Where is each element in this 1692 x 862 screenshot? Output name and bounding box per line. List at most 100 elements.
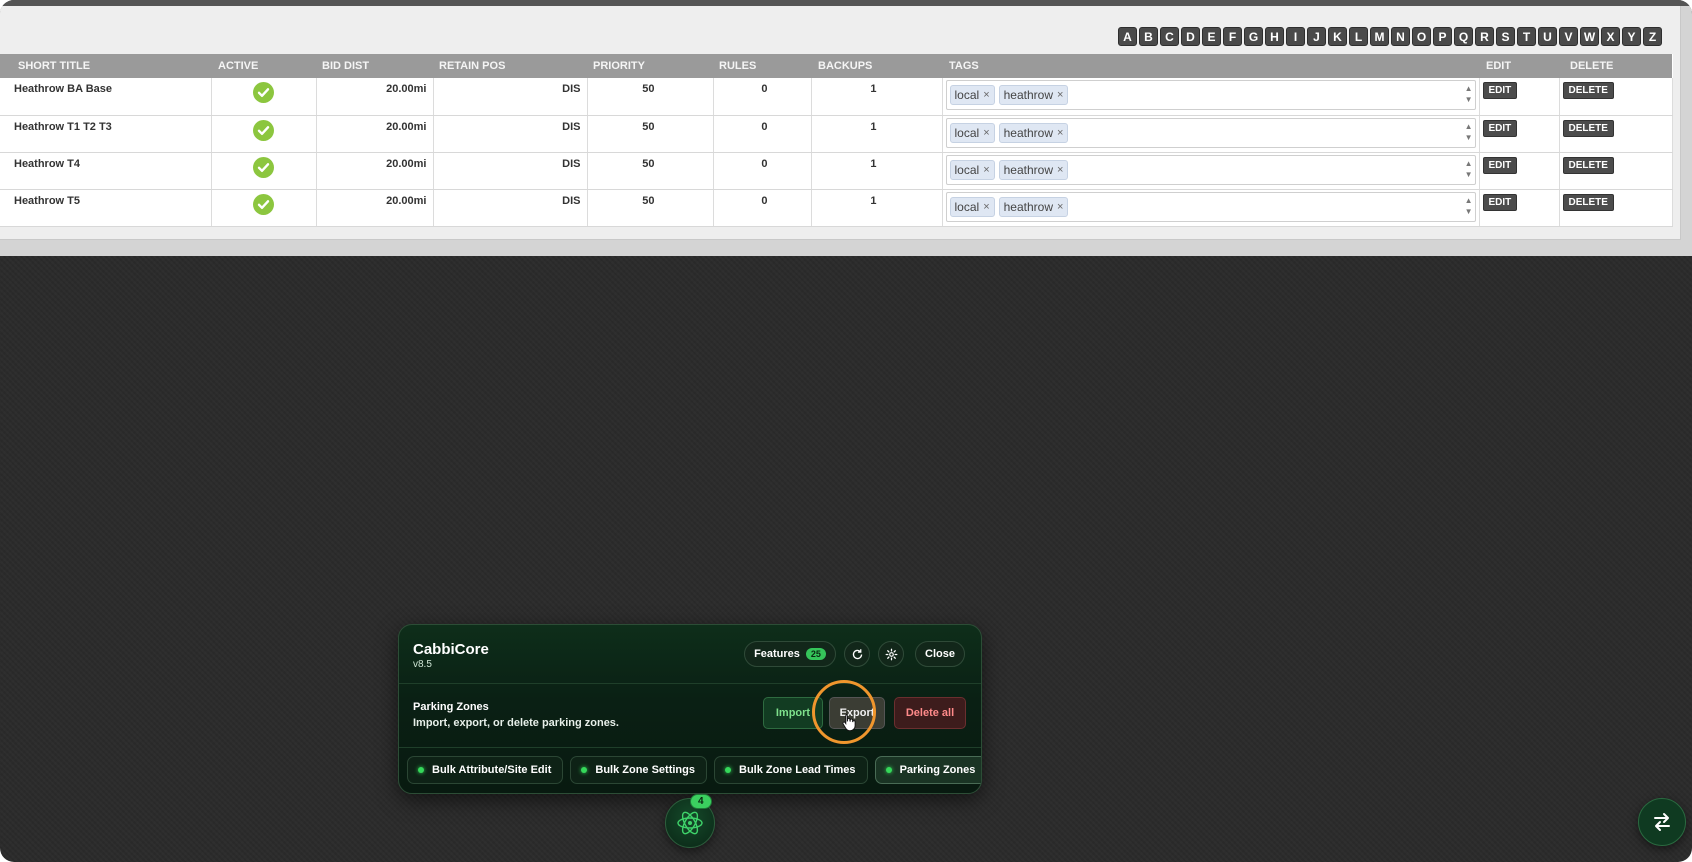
delete-button[interactable]: DELETE — [1562, 193, 1614, 211]
tags-input[interactable]: local × heathrow × ▲ ▼ — [945, 154, 1476, 185]
gear-icon — [885, 648, 897, 660]
tags-spinner[interactable]: ▲ ▼ — [1465, 83, 1473, 105]
letter-filter-g[interactable]: G — [1244, 27, 1263, 46]
delete-button[interactable]: DELETE — [1562, 82, 1614, 99]
feature-tab-bulk-zone-settings[interactable]: Bulk Zone Settings — [570, 756, 707, 784]
remove-tag-icon[interactable]: × — [1057, 127, 1063, 139]
section-description: Import, export, or delete parking zones. — [413, 717, 619, 729]
remove-tag-icon[interactable]: × — [1057, 201, 1063, 213]
letter-filter-f[interactable]: F — [1223, 27, 1242, 46]
spin-up-icon[interactable]: ▲ — [1465, 158, 1473, 169]
letter-filter-l[interactable]: L — [1349, 27, 1368, 46]
letter-filter-b[interactable]: B — [1139, 27, 1158, 46]
spin-down-icon[interactable]: ▼ — [1465, 169, 1473, 180]
remove-tag-icon[interactable]: × — [1057, 89, 1063, 101]
letter-filter-q[interactable]: Q — [1454, 27, 1473, 46]
swap-button[interactable] — [1638, 798, 1686, 846]
feature-tab-bulk-attribute-site-edit[interactable]: Bulk Attribute/Site Edit — [407, 756, 564, 784]
tag-label: local — [954, 125, 980, 140]
edit-button[interactable]: EDIT — [1482, 119, 1518, 137]
letter-filter-bar: ABCDEFGHIJKLMNOPQRSTUVWXYZ — [1118, 27, 1662, 46]
features-label: Features — [754, 648, 800, 660]
delete-all-button[interactable]: Delete all — [894, 697, 966, 729]
cell-retain-pos: DIS — [433, 152, 588, 190]
letter-filter-i[interactable]: I — [1286, 27, 1305, 46]
letter-filter-e[interactable]: E — [1202, 27, 1221, 46]
col-retain-pos[interactable]: RETAIN POS — [433, 54, 587, 78]
letter-filter-x[interactable]: X — [1601, 27, 1620, 46]
delete-button[interactable]: DELETE — [1562, 156, 1614, 174]
col-rules[interactable]: RULES — [713, 54, 811, 78]
letter-filter-m[interactable]: M — [1370, 27, 1389, 46]
export-button[interactable]: Export — [829, 697, 885, 729]
col-priority[interactable]: PRIORITY — [587, 54, 713, 78]
tags-input[interactable]: local × heathrow × ▲ ▼ — [945, 191, 1476, 222]
letter-filter-y[interactable]: Y — [1622, 27, 1641, 46]
refresh-button[interactable] — [844, 641, 870, 667]
tag-chip: local × — [949, 85, 995, 105]
letter-filter-c[interactable]: C — [1160, 27, 1179, 46]
features-button[interactable]: Features 25 — [744, 641, 836, 667]
col-backups[interactable]: BACKUPS — [811, 54, 942, 78]
spin-down-icon[interactable]: ▼ — [1465, 132, 1473, 143]
close-button[interactable]: Close — [915, 641, 965, 667]
cell-backups: 1 — [811, 115, 943, 153]
feature-tab-bulk-zone-lead-times[interactable]: Bulk Zone Lead Times — [714, 756, 868, 784]
letter-filter-w[interactable]: W — [1580, 27, 1599, 46]
letter-filter-t[interactable]: T — [1517, 27, 1536, 46]
letter-filter-v[interactable]: V — [1559, 27, 1578, 46]
tags-input[interactable]: local × heathrow × ▲ ▼ — [945, 117, 1476, 148]
letter-filter-p[interactable]: P — [1433, 27, 1452, 46]
cell-bid-dist: 20.00mi — [316, 115, 434, 153]
letter-filter-o[interactable]: O — [1412, 27, 1431, 46]
settings-button[interactable] — [878, 641, 904, 667]
spin-up-icon[interactable]: ▲ — [1465, 83, 1473, 94]
letter-filter-n[interactable]: N — [1391, 27, 1410, 46]
remove-tag-icon[interactable]: × — [1057, 164, 1063, 176]
cell-backups: 1 — [811, 152, 943, 190]
spin-up-icon[interactable]: ▲ — [1465, 195, 1473, 206]
edit-button[interactable]: EDIT — [1482, 193, 1518, 211]
spin-up-icon[interactable]: ▲ — [1465, 121, 1473, 132]
panel-header: CabbiCore v8.5 Features 25 Close — [399, 625, 981, 684]
col-bid-dist[interactable]: BID DIST — [316, 54, 433, 78]
remove-tag-icon[interactable]: × — [983, 164, 989, 176]
feature-tab-label: Bulk Zone Lead Times — [739, 764, 856, 776]
letter-filter-u[interactable]: U — [1538, 27, 1557, 46]
import-button[interactable]: Import — [763, 697, 823, 729]
cell-edit: EDIT — [1479, 152, 1560, 190]
remove-tag-icon[interactable]: × — [983, 201, 989, 213]
cell-active — [211, 115, 317, 153]
feature-tab-parking-zones[interactable]: Parking Zones — [874, 756, 981, 784]
cell-rules: 0 — [713, 152, 812, 190]
letter-filter-j[interactable]: J — [1307, 27, 1326, 46]
tags-spinner[interactable]: ▲ ▼ — [1465, 195, 1473, 217]
spin-down-icon[interactable]: ▼ — [1465, 94, 1473, 105]
hand-cursor-icon — [842, 714, 856, 731]
spin-down-icon[interactable]: ▼ — [1465, 206, 1473, 217]
edit-button[interactable]: EDIT — [1482, 82, 1518, 99]
delete-button[interactable]: DELETE — [1562, 119, 1614, 137]
cell-priority: 50 — [587, 189, 714, 227]
remove-tag-icon[interactable]: × — [983, 127, 989, 139]
remove-tag-icon[interactable]: × — [983, 89, 989, 101]
tags-spinner[interactable]: ▲ ▼ — [1465, 158, 1473, 180]
tags-spinner[interactable]: ▲ ▼ — [1465, 121, 1473, 143]
col-tags[interactable]: TAGS — [942, 54, 1479, 78]
letter-filter-h[interactable]: H — [1265, 27, 1284, 46]
section-title: Parking Zones — [413, 701, 489, 713]
cell-edit: EDIT — [1479, 189, 1560, 227]
letter-filter-z[interactable]: Z — [1643, 27, 1662, 46]
tags-input[interactable]: local × heathrow × ▲ ▼ — [945, 80, 1476, 110]
letter-filter-r[interactable]: R — [1475, 27, 1494, 46]
parking-zones-section: Parking Zones Import, export, or delete … — [399, 683, 981, 748]
col-active[interactable]: ACTIVE — [211, 54, 316, 78]
letter-filter-a[interactable]: A — [1118, 27, 1137, 46]
col-short-title[interactable]: SHORT TITLE — [0, 54, 211, 78]
letter-filter-d[interactable]: D — [1181, 27, 1200, 46]
tag-label: local — [954, 199, 980, 214]
cell-delete: DELETE — [1559, 78, 1673, 116]
letter-filter-k[interactable]: K — [1328, 27, 1347, 46]
letter-filter-s[interactable]: S — [1496, 27, 1515, 46]
edit-button[interactable]: EDIT — [1482, 156, 1518, 174]
